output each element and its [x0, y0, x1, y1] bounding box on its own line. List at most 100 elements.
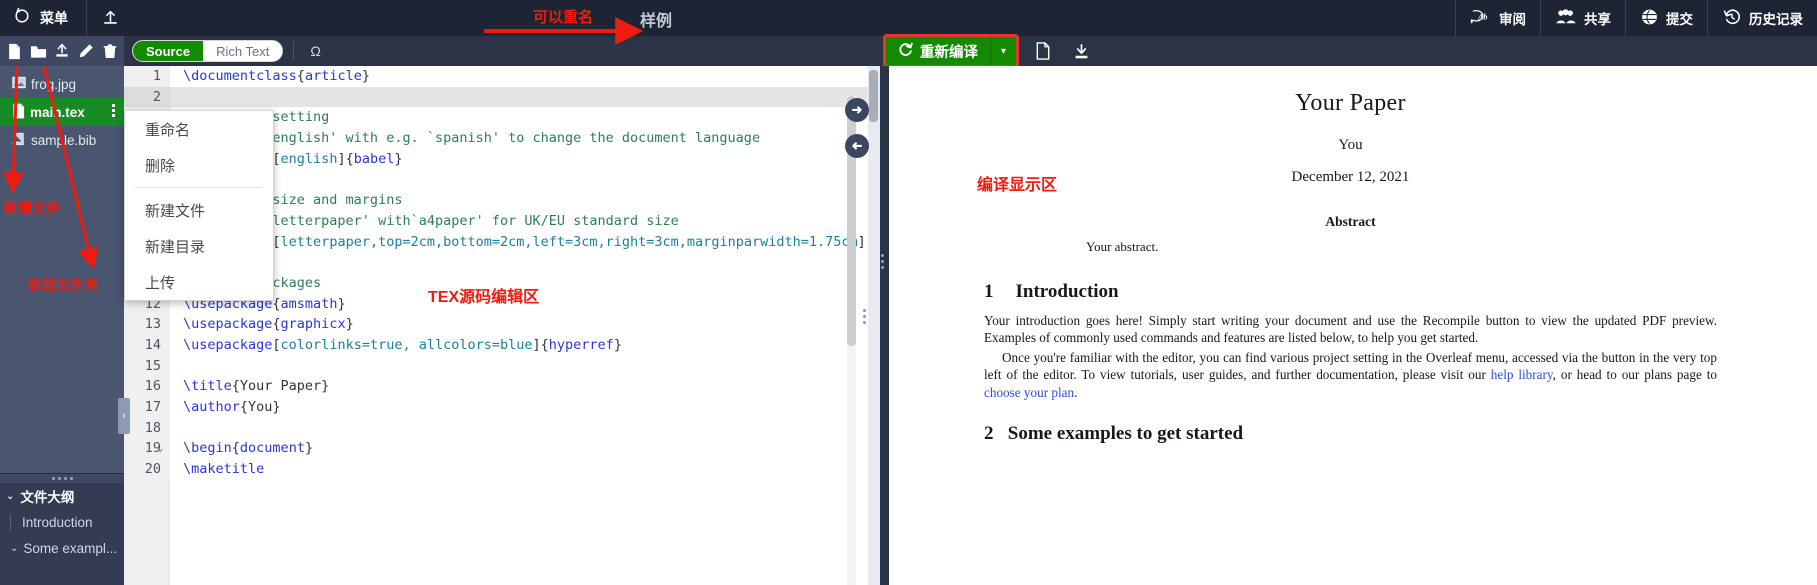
- menu-button[interactable]: 菜单: [0, 0, 87, 36]
- context-menu-delete[interactable]: 删除: [125, 147, 273, 183]
- context-menu-upload[interactable]: 上传: [125, 264, 273, 300]
- line-content[interactable]: \title{Your Paper}: [170, 376, 329, 397]
- submit-globe-icon: [1640, 8, 1659, 29]
- rich-text-tab[interactable]: Rich Text: [203, 41, 283, 61]
- project-title[interactable]: 样例: [640, 7, 672, 31]
- pdf-split-divider[interactable]: [880, 66, 889, 585]
- choose-plan-link[interactable]: choose your plan: [984, 385, 1074, 400]
- help-library-link[interactable]: help library: [1491, 367, 1553, 382]
- annotation-new-file: 新建文件: [4, 200, 60, 216]
- line-content[interactable]: [170, 87, 183, 108]
- chevron-down-icon: ⌄: [6, 490, 15, 502]
- share-label: 共享: [1584, 12, 1611, 27]
- new-folder-icon[interactable]: [29, 40, 48, 62]
- logs-button[interactable]: [1029, 37, 1057, 65]
- line-number: 17: [124, 397, 170, 418]
- pdf-preview-column: 重新编译 ▾ Your Paper You December 12, 2021 …: [868, 34, 1817, 585]
- line-content[interactable]: [170, 356, 183, 377]
- new-file-icon[interactable]: [5, 40, 24, 62]
- share-button[interactable]: 共享: [1540, 0, 1625, 36]
- line-content[interactable]: \usepackage[colorlinks=true, allcolors=b…: [170, 335, 622, 356]
- pdf-body[interactable]: Your Paper You December 12, 2021 Abstrac…: [868, 66, 1817, 585]
- pdf-paragraph-1: Your introduction goes here! Simply star…: [984, 313, 1717, 346]
- pdf-abstract-heading: Abstract: [1325, 214, 1376, 229]
- line-content[interactable]: [170, 418, 183, 439]
- outline-item-introduction[interactable]: Introduction: [0, 509, 124, 535]
- history-label: 历史记录: [1749, 12, 1803, 27]
- share-people-icon: [1555, 8, 1577, 28]
- code-line: 14 \usepackage[colorlinks=true, allcolors…: [124, 334, 868, 356]
- outline-item-label: Some exampl...: [23, 540, 118, 556]
- pdf-doc-author: You: [1338, 137, 1363, 153]
- recompile-highlight-box: 重新编译 ▾: [883, 34, 1019, 68]
- line-content[interactable]: \usepackage{graphicx}: [170, 314, 354, 335]
- goto-pdf-location-button[interactable]: ➜: [845, 98, 869, 122]
- source-tab[interactable]: Source: [133, 41, 204, 61]
- file-row-main-tex[interactable]: main.tex: [0, 98, 124, 126]
- code-line: 13 \usepackage{graphicx}: [124, 314, 868, 335]
- line-number: 15: [124, 355, 170, 377]
- line-number: 16: [124, 376, 170, 397]
- recompile-label: 重新编译: [920, 44, 978, 61]
- line-content[interactable]: \maketitle: [170, 459, 264, 480]
- overleaf-editor-app: 菜单 样例 Ab 审阅 共享 提交 历史记录 frog.jpg main.tex…: [0, 0, 1817, 585]
- pdf-para2-c: .: [1074, 384, 1078, 400]
- submit-button[interactable]: 提交: [1625, 0, 1707, 36]
- line-content[interactable]: \begin{document}: [170, 438, 313, 459]
- pdf-para2-b: , or head to our plans page to: [1552, 367, 1717, 383]
- recompile-button[interactable]: 重新编译: [886, 37, 990, 65]
- line-content[interactable]: \usepackage[letterpaper,top=2cm,bottom=2…: [170, 232, 866, 253]
- annotation-new-folder: 新建文件夹: [28, 277, 98, 293]
- annotation-tex-editor-area: TEX源码编辑区: [428, 289, 540, 306]
- line-number: 18: [124, 417, 170, 439]
- chevron-down-icon: ⌄: [10, 542, 19, 554]
- line-number: 1: [124, 66, 170, 87]
- pdf-scrollbar-thumb[interactable]: [869, 70, 878, 122]
- pdf-scrollbar-track[interactable]: [868, 66, 880, 585]
- context-menu-new-file[interactable]: 新建文件: [125, 192, 273, 228]
- editor-resize-grip[interactable]: [860, 302, 868, 330]
- overleaf-logo-icon: [12, 6, 32, 30]
- file-row-sample-bib[interactable]: sample.bib: [0, 126, 124, 154]
- history-button[interactable]: 历史记录: [1707, 0, 1817, 36]
- download-button[interactable]: [1067, 37, 1095, 65]
- line-number: 2: [124, 86, 170, 108]
- context-menu-new-directory[interactable]: 新建目录: [125, 228, 273, 264]
- pdf-divider-grip[interactable]: [881, 254, 884, 269]
- symbol-palette-icon[interactable]: Ω: [304, 43, 326, 59]
- file-row-frog[interactable]: frog.jpg: [0, 70, 124, 98]
- file-name: main.tex: [30, 104, 85, 120]
- code-line: 19 ⌄ \begin{document}: [124, 438, 868, 460]
- pdf-section-title: Some examples to get started: [1007, 423, 1244, 445]
- goto-code-location-button[interactable]: ➜: [845, 134, 869, 158]
- review-button[interactable]: Ab 审阅: [1455, 0, 1540, 36]
- code-line: 20 \maketitle: [124, 459, 868, 480]
- fold-arrow-icon[interactable]: ⌄: [157, 438, 164, 459]
- header-actions: Ab 审阅 共享 提交 历史记录: [1455, 0, 1817, 36]
- svg-text:Ab: Ab: [1477, 12, 1487, 21]
- source-richtext-toggle[interactable]: Source Rich Text: [132, 40, 284, 62]
- editor-toolbar: Source Rich Text Ω: [124, 36, 868, 66]
- file-tree-toolbar: [0, 36, 124, 66]
- pdf-page: Your Paper You December 12, 2021 Abstrac…: [978, 66, 1723, 585]
- upload-icon: [103, 10, 117, 24]
- line-content[interactable]: \author{You}: [170, 397, 281, 418]
- line-number: 14: [124, 334, 170, 356]
- menu-label: 菜单: [40, 10, 68, 26]
- code-line: 2: [124, 86, 868, 108]
- code-line: 18: [124, 417, 868, 439]
- rename-pencil-icon[interactable]: [76, 40, 95, 62]
- upload-icon[interactable]: [53, 40, 72, 62]
- context-menu-rename[interactable]: 重命名: [125, 111, 273, 147]
- panel-resize-handle[interactable]: [0, 474, 124, 483]
- outline-header[interactable]: ⌄ 文件大纲: [0, 483, 124, 509]
- file-menu-kebab-icon[interactable]: [112, 104, 116, 119]
- outline-item-some-examples[interactable]: ⌄ Some exampl...: [0, 535, 124, 561]
- outline-guide-line: [10, 514, 11, 530]
- line-content[interactable]: \documentclass{article}: [170, 66, 370, 87]
- outline-title: 文件大纲: [20, 490, 75, 505]
- collapse-file-panel-button[interactable]: ‹: [118, 398, 130, 434]
- delete-trash-icon[interactable]: [100, 40, 119, 62]
- recompile-dropdown-caret[interactable]: ▾: [990, 37, 1016, 65]
- header-upload-button[interactable]: [87, 0, 133, 36]
